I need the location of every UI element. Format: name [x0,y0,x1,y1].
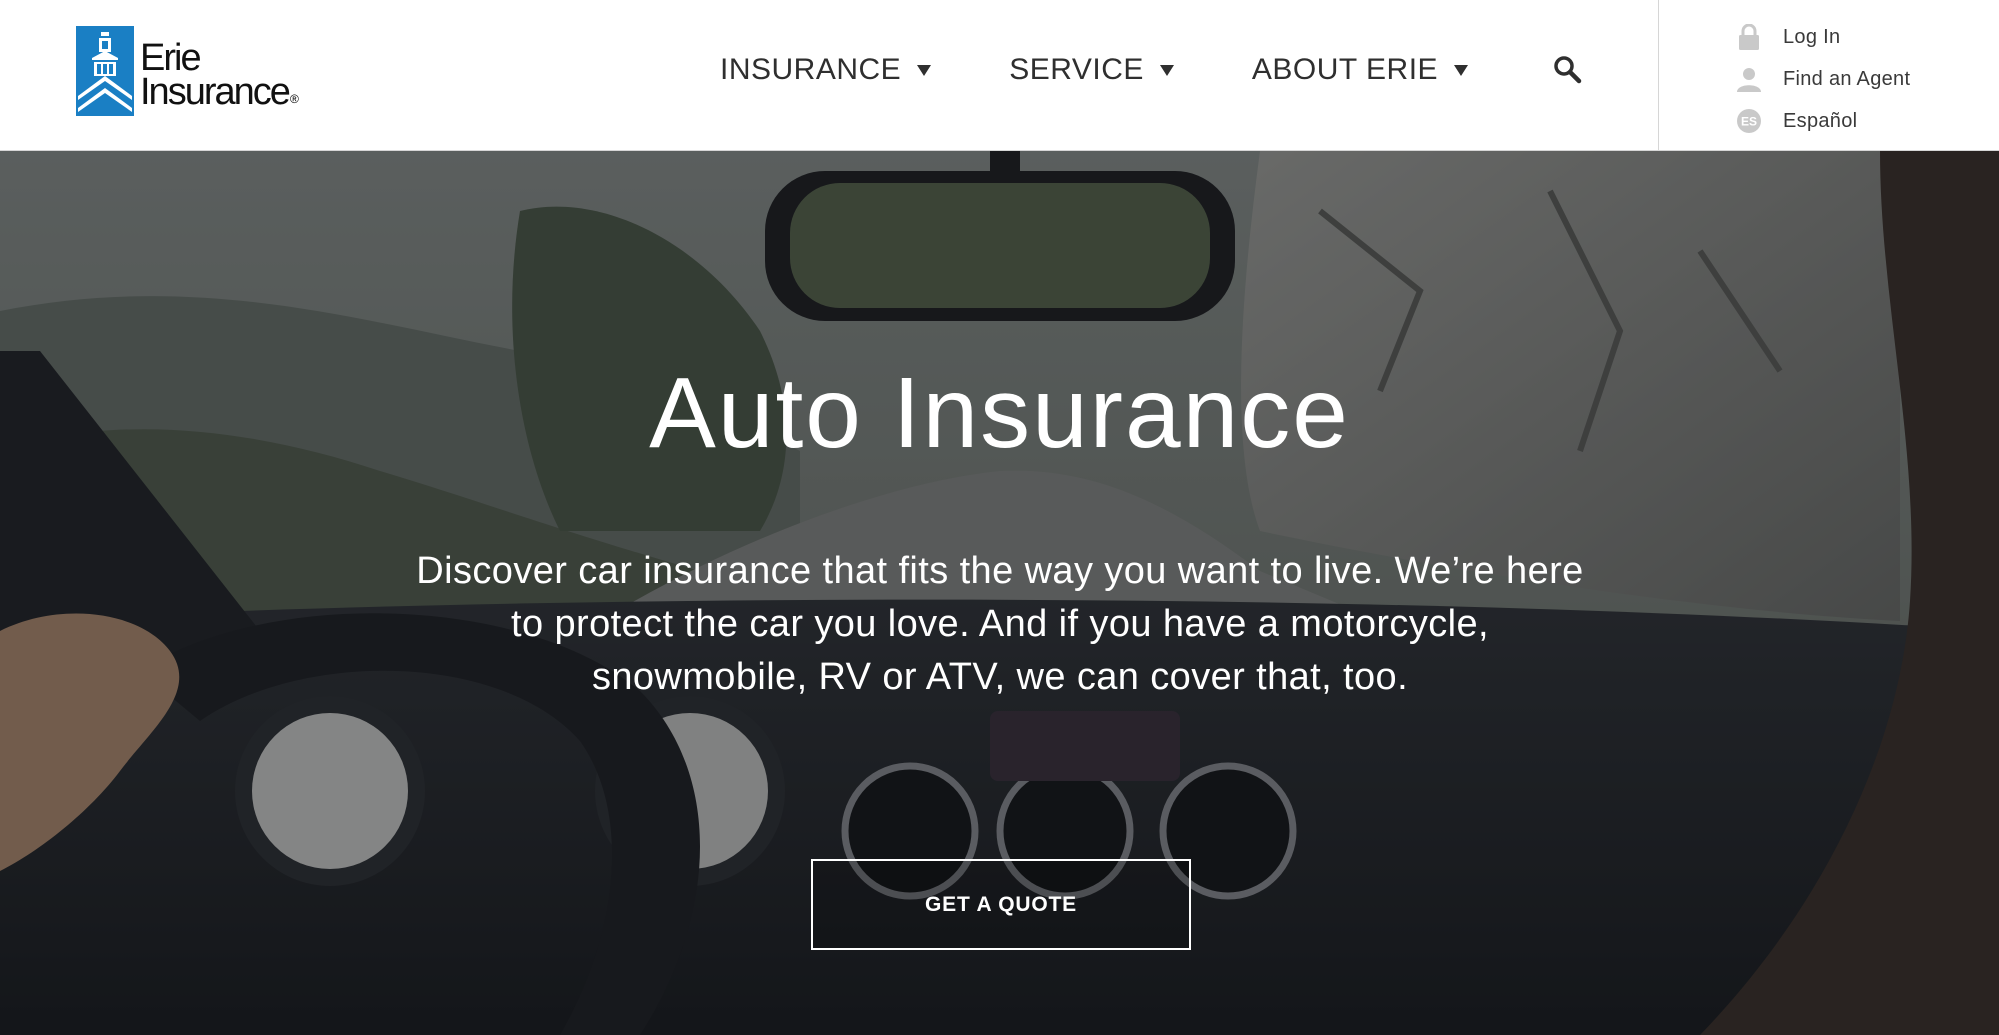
erie-insurance-logo[interactable]: Erie Insurance ® [76,25,306,117]
nav-insurance-label: INSURANCE [720,53,902,86]
get-a-quote-button[interactable]: GET A QUOTE [811,859,1191,950]
registered-mark: ® [290,92,299,106]
espanol-link[interactable]: ES Español [1736,100,1910,142]
nav-insurance[interactable]: INSURANCE [720,53,932,87]
find-agent-link[interactable]: Find an Agent [1736,58,1910,100]
caret-down-icon [917,64,932,76]
nav-service-label: SERVICE [1009,53,1144,86]
nav-about-erie-label: ABOUT ERIE [1251,53,1439,86]
header-divider [1658,0,1659,151]
hero-title: Auto Insurance [649,357,1350,469]
login-label: Log In [1783,25,1841,48]
nav-about-erie[interactable]: ABOUT ERIE [1251,53,1469,87]
erie-building-logo-icon [76,26,134,116]
lock-icon [1736,24,1762,50]
es-badge-text: ES [1741,115,1757,129]
hero-section: Auto Insurance Discover car insurance th… [0,151,1999,1035]
person-icon [1736,66,1762,92]
main-nav: INSURANCE SERVICE ABOUT ERIE [720,45,1469,95]
hero-description: Discover car insurance that fits the way… [416,550,1584,698]
caret-down-icon [1159,64,1174,76]
login-link[interactable]: Log In [1736,16,1910,58]
site-header: Erie Insurance ® INSURANCE SERVICE ABOUT… [0,0,1999,151]
es-badge-icon: ES [1736,108,1762,134]
caret-down-icon [1454,64,1469,76]
find-agent-label: Find an Agent [1783,67,1911,90]
logo-wordmark: Erie Insurance ® [140,39,299,113]
utility-links: Log In Find an Agent ES Español [1736,16,1910,142]
nav-service[interactable]: SERVICE [1009,53,1174,87]
espanol-label: Español [1783,109,1858,132]
logo-wordmark-line2: Insurance [140,71,291,113]
search-icon[interactable] [1553,55,1583,85]
